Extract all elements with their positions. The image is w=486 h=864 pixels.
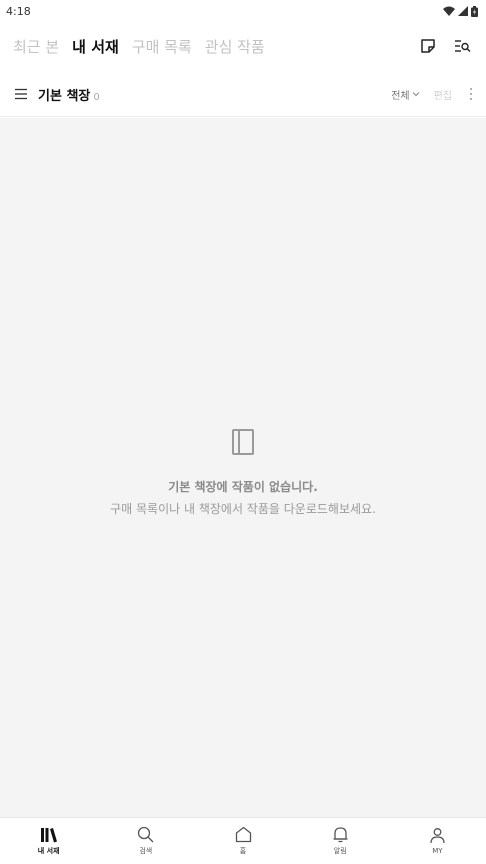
- library-icon: [40, 827, 57, 842]
- list-search-icon: [454, 40, 470, 52]
- app-root: 4:18 최근 본 내 서재 구매 목록 관심 작품 기본 책장 0 전체 편집…: [0, 0, 486, 864]
- bell-icon: [333, 827, 348, 843]
- more-options-icon[interactable]: [466, 86, 476, 102]
- nav-label-home: 홈: [239, 847, 247, 855]
- wifi-icon: [443, 6, 455, 16]
- book-icon: [232, 429, 254, 455]
- shelf-count: 0: [93, 91, 100, 103]
- nav-item-search[interactable]: 검색: [97, 826, 194, 856]
- home-icon: [235, 826, 251, 843]
- tab-favorites[interactable]: 관심 작품: [205, 36, 265, 57]
- chevron-down-icon: [412, 92, 419, 97]
- nav-item-library[interactable]: 내 서재: [0, 827, 97, 856]
- filter-label: 전체: [391, 90, 410, 102]
- shelf-content: 기본 책장에 작품이 없습니다. 구매 목록이나 내 책장에서 작품을 다운로드…: [0, 118, 486, 817]
- battery-icon: [471, 5, 478, 17]
- status-icons: [443, 5, 478, 17]
- status-time: 4:18: [6, 4, 31, 18]
- filter-dropdown[interactable]: 전체: [391, 87, 419, 102]
- shelf-left: 기본 책장 0: [14, 85, 100, 104]
- signal-icon: [458, 6, 468, 16]
- top-actions: [418, 36, 472, 56]
- top-tab-bar: 최근 본 내 서재 구매 목록 관심 작품: [0, 28, 486, 64]
- nav-item-home[interactable]: 홈: [194, 826, 291, 856]
- empty-state-title: 기본 책장에 작품이 없습니다.: [168, 480, 318, 494]
- shelf-header: 기본 책장 0 전체 편집: [0, 72, 486, 117]
- bottom-nav: 내 서재 검색 홈 알림 MY: [0, 817, 486, 864]
- top-tabs: 최근 본 내 서재 구매 목록 관심 작품: [13, 36, 265, 57]
- nav-item-notifications[interactable]: 알림: [292, 826, 389, 856]
- nav-label-my: MY: [432, 847, 443, 855]
- tab-my-library[interactable]: 내 서재: [72, 36, 119, 57]
- shelf-title-group[interactable]: 기본 책장 0: [38, 85, 100, 104]
- nav-item-my[interactable]: MY: [389, 827, 486, 855]
- nav-label-library: 내 서재: [37, 846, 60, 855]
- empty-state: 기본 책장에 작품이 없습니다. 구매 목록이나 내 책장에서 작품을 다운로드…: [0, 428, 486, 517]
- nav-label-search: 검색: [139, 847, 153, 855]
- search-icon: [138, 826, 154, 843]
- edit-button[interactable]: 편집: [434, 87, 452, 102]
- list-search-button[interactable]: [452, 36, 472, 56]
- tab-recent[interactable]: 최근 본: [13, 36, 59, 57]
- memo-icon: [421, 39, 435, 53]
- shelf-right: 전체 편집: [391, 86, 476, 102]
- empty-state-description: 구매 목록이나 내 책장에서 작품을 다운로드해보세요.: [110, 502, 376, 516]
- nav-label-notifications: 알림: [333, 847, 347, 855]
- shelf-title: 기본 책장: [38, 88, 91, 104]
- status-bar: 4:18: [0, 0, 486, 22]
- menu-icon[interactable]: [14, 88, 28, 100]
- memo-button[interactable]: [418, 36, 438, 56]
- person-icon: [430, 828, 445, 844]
- tab-purchases[interactable]: 구매 목록: [132, 36, 192, 57]
